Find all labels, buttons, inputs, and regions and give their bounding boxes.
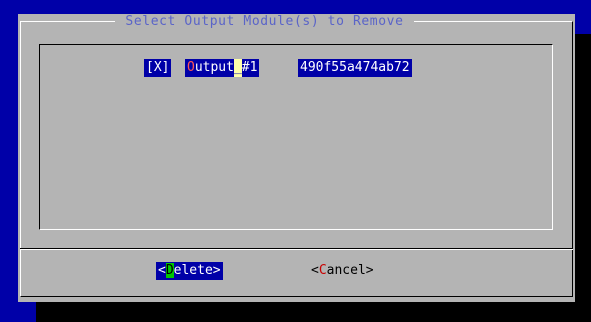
cancel-label: ancel> bbox=[326, 263, 374, 278]
button-separator-highlight bbox=[20, 249, 573, 250]
delete-hotkey: D bbox=[165, 263, 174, 278]
remove-output-module-dialog: Select Output Module(s) to Remove [X] Ou… bbox=[18, 14, 575, 302]
dialog-shadow-right bbox=[575, 34, 591, 322]
delete-button[interactable]: <Delete> bbox=[156, 262, 223, 280]
item-name-part: utput bbox=[194, 60, 234, 75]
item-name-number: #1 bbox=[241, 60, 258, 75]
delete-open-bracket: < bbox=[158, 263, 166, 278]
terminal-screen: Select Output Module(s) to Remove [X] Ou… bbox=[0, 0, 591, 322]
item-name-hotkey: O bbox=[187, 60, 195, 75]
delete-label: elete> bbox=[173, 263, 221, 278]
cancel-open-bracket: < bbox=[311, 263, 319, 278]
cancel-button[interactable]: <Cancel> bbox=[309, 262, 376, 280]
dialog-shadow-bottom bbox=[36, 302, 591, 322]
cancel-hotkey: C bbox=[318, 263, 327, 278]
list-item[interactable]: [X] Output_#1 490f55a474ab72 bbox=[40, 59, 552, 77]
output-module-list[interactable]: [X] Output_#1 490f55a474ab72 bbox=[39, 44, 553, 230]
item-id: 490f55a474ab72 bbox=[298, 59, 412, 77]
item-name[interactable]: Output_#1 bbox=[185, 59, 260, 77]
item-checkbox[interactable]: [X] bbox=[144, 59, 172, 77]
text-cursor: _ bbox=[233, 59, 242, 77]
dialog-title: Select Output Module(s) to Remove bbox=[115, 14, 414, 30]
